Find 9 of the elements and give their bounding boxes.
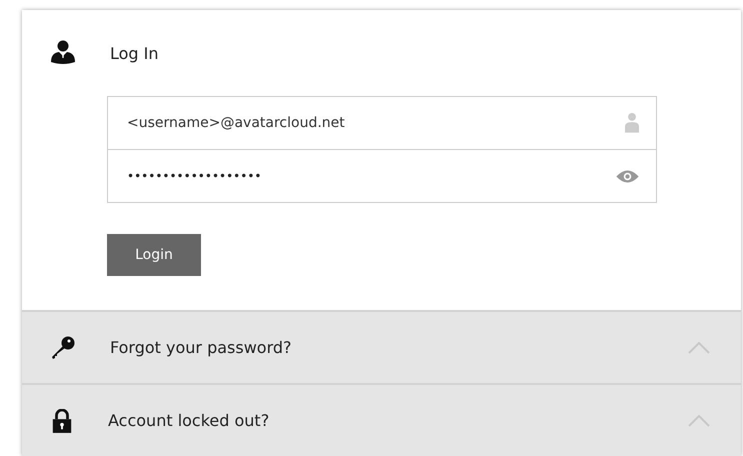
eye-icon[interactable] (616, 170, 639, 182)
login-button[interactable]: Login (107, 234, 201, 276)
key-icon (51, 336, 75, 360)
lock-icon (51, 408, 73, 432)
user-icon (51, 40, 75, 64)
accordion-header[interactable]: Account locked out? (22, 383, 741, 456)
accordion-header[interactable]: Forgot your password? (22, 310, 741, 383)
login-title: Log In (110, 44, 159, 62)
user-icon (625, 112, 639, 134)
